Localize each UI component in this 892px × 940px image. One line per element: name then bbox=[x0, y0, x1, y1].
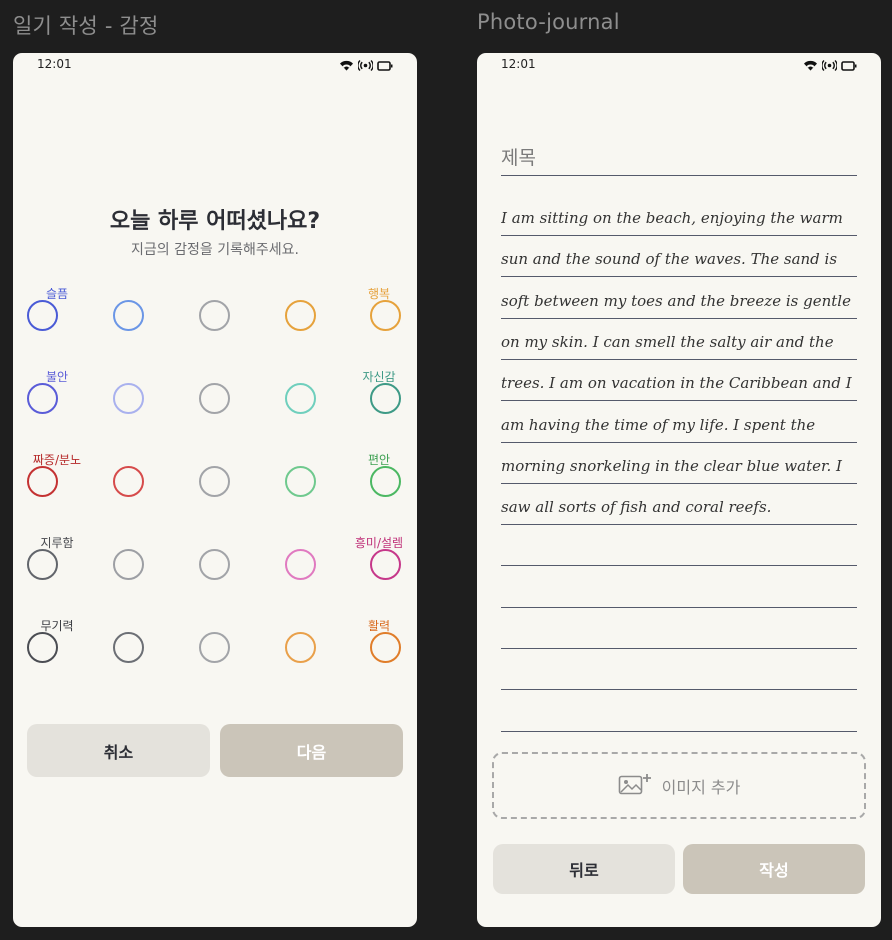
mood-row: 불안 자신감 bbox=[13, 368, 417, 428]
mood-option-circle[interactable] bbox=[27, 383, 58, 414]
journal-line: I am sitting on the beach, enjoying the … bbox=[501, 196, 857, 236]
mood-option-circle[interactable] bbox=[285, 300, 316, 331]
frame-title-mood: 일기 작성 - 감정 bbox=[13, 14, 159, 38]
journal-line: sun and the sound of the waves. The sand… bbox=[501, 237, 857, 278]
mood-option-circle[interactable] bbox=[27, 549, 58, 580]
journal-line bbox=[501, 568, 857, 608]
journal-line bbox=[501, 692, 857, 732]
mood-option-circle[interactable] bbox=[27, 300, 58, 331]
mood-option-circle[interactable] bbox=[199, 632, 230, 663]
journal-line: morning snorkeling in the clear blue wat… bbox=[501, 444, 857, 484]
add-image-label: 이미지 추가 bbox=[661, 777, 741, 797]
mood-option-circle[interactable] bbox=[113, 549, 144, 580]
mood-option-circle[interactable] bbox=[113, 466, 144, 497]
frame-title-photo-journal: Photo-journal bbox=[477, 10, 620, 34]
mood-row: 슬픔 행복 bbox=[13, 285, 417, 345]
mood-label-high: 자신감 bbox=[362, 370, 396, 384]
status-icons bbox=[803, 56, 857, 75]
write-button[interactable]: 작성 bbox=[683, 844, 865, 894]
mood-option-circle[interactable] bbox=[113, 300, 144, 331]
mood-label-high: 행복 bbox=[367, 287, 391, 301]
mood-option-circle[interactable] bbox=[113, 632, 144, 663]
battery-icon bbox=[841, 56, 857, 75]
journal-screen: 12:01 제목 I am sitting on the beach, enjo… bbox=[477, 53, 881, 927]
mood-option-circle[interactable] bbox=[199, 300, 230, 331]
mood-label-low: 지루함 bbox=[40, 536, 74, 550]
status-bar: 12:01 bbox=[477, 53, 881, 75]
mood-option-circle[interactable] bbox=[27, 632, 58, 663]
next-button[interactable]: 다음 bbox=[220, 724, 403, 777]
mood-option-circle[interactable] bbox=[285, 549, 316, 580]
mood-option-circle[interactable] bbox=[285, 632, 316, 663]
journal-line: saw all sorts of fish and coral reefs. bbox=[501, 485, 857, 526]
journal-title-field[interactable]: 제목 bbox=[501, 143, 857, 176]
journal-line bbox=[501, 650, 857, 691]
mood-row: 짜증/분노 편안 bbox=[13, 451, 417, 511]
mood-option-circle[interactable] bbox=[113, 383, 144, 414]
journal-line: on my skin. I can smell the salty air an… bbox=[501, 320, 857, 360]
mood-option-circle[interactable] bbox=[27, 466, 58, 497]
add-image-button[interactable]: 이미지 추가 bbox=[492, 752, 866, 819]
mood-option-circle[interactable] bbox=[370, 632, 401, 663]
cancel-button[interactable]: 취소 bbox=[27, 724, 210, 777]
back-button[interactable]: 뒤로 bbox=[493, 844, 675, 894]
mood-option-circle[interactable] bbox=[370, 300, 401, 331]
signal-icon bbox=[357, 56, 374, 75]
status-time: 12:01 bbox=[501, 57, 536, 71]
mood-label-high: 편안 bbox=[367, 453, 391, 467]
mood-option-circle[interactable] bbox=[370, 466, 401, 497]
mood-option-circle[interactable] bbox=[199, 549, 230, 580]
mood-label-high: 활력 bbox=[367, 619, 391, 633]
mood-option-circle[interactable] bbox=[199, 466, 230, 497]
status-time: 12:01 bbox=[37, 57, 72, 71]
mood-option-circle[interactable] bbox=[285, 466, 316, 497]
battery-icon bbox=[377, 56, 393, 75]
mood-screen: 12:01 오늘 하루 어떠셨나요? 지금의 감정을 기록해주세요. 슬픔 행복불… bbox=[13, 53, 417, 927]
journal-line bbox=[501, 609, 857, 649]
mood-label-low: 짜증/분노 bbox=[32, 453, 82, 467]
wifi-icon bbox=[803, 56, 818, 75]
mood-question-subheading: 지금의 감정을 기록해주세요. bbox=[131, 242, 299, 258]
journal-line: am having the time of my life. I spent t… bbox=[501, 403, 857, 443]
mood-option-circle[interactable] bbox=[370, 549, 401, 580]
status-bar: 12:01 bbox=[13, 53, 417, 75]
mood-option-circle[interactable] bbox=[199, 383, 230, 414]
journal-line bbox=[501, 526, 857, 567]
mood-label-low: 무기력 bbox=[40, 619, 74, 633]
signal-icon bbox=[821, 56, 838, 75]
mood-row: 지루함 흥미/설렘 bbox=[13, 534, 417, 594]
mood-option-circle[interactable] bbox=[370, 383, 401, 414]
mood-label-low: 슬픔 bbox=[45, 287, 69, 301]
journal-line: trees. I am on vacation in the Caribbean… bbox=[501, 361, 857, 402]
mood-question-heading: 오늘 하루 어떠셨나요? bbox=[109, 209, 321, 234]
mood-option-circle[interactable] bbox=[285, 383, 316, 414]
mood-label-high: 흥미/설렘 bbox=[354, 536, 404, 550]
status-icons bbox=[339, 56, 393, 75]
image-add-icon bbox=[618, 772, 654, 800]
mood-label-low: 불안 bbox=[45, 370, 69, 384]
mood-row: 무기력 활력 bbox=[13, 617, 417, 677]
journal-line: soft between my toes and the breeze is g… bbox=[501, 279, 857, 319]
wifi-icon bbox=[339, 56, 354, 75]
